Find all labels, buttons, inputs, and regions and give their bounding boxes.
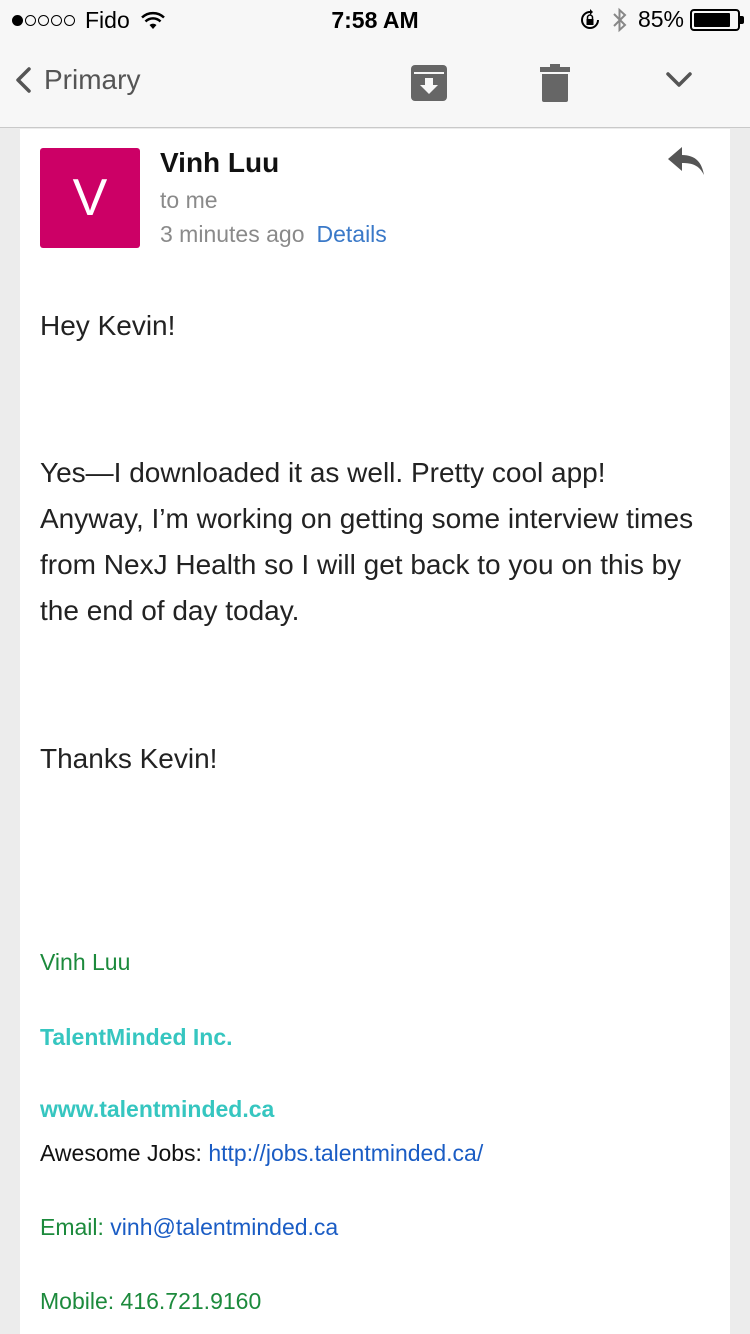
- email-closing: Thanks Kevin!: [40, 743, 218, 774]
- jobs-label: Awesome Jobs:: [40, 1140, 209, 1166]
- back-button[interactable]: Primary: [14, 64, 140, 96]
- signature-website-link[interactable]: www.talentminded.ca: [40, 1096, 274, 1123]
- status-right: 85%: [578, 6, 744, 33]
- signature-company: TalentMinded Inc.: [40, 1024, 233, 1050]
- rotation-lock-icon: [580, 8, 599, 29]
- email-card: V Vinh Luu to me 3 minutes ago Details H…: [20, 129, 730, 1334]
- trash-icon: [540, 64, 570, 102]
- signature-mobile[interactable]: Mobile: 416.721.9160: [40, 1288, 261, 1315]
- email-label: Email:: [40, 1214, 111, 1240]
- nav-bar: Primary: [0, 40, 750, 128]
- sender-name[interactable]: Vinh Luu: [160, 147, 279, 179]
- email-meta: 3 minutes ago Details: [160, 221, 387, 248]
- sender-avatar[interactable]: V: [40, 148, 140, 248]
- bluetooth-icon: [613, 7, 627, 32]
- more-button[interactable]: [664, 70, 694, 95]
- reply-button[interactable]: [666, 145, 706, 182]
- chevron-down-icon: [666, 72, 692, 87]
- email-paragraph: Yes—I downloaded it as well. Pretty cool…: [40, 457, 694, 626]
- signature-jobs: Awesome Jobs: http://jobs.talentminded.c…: [40, 1140, 483, 1167]
- archive-icon: [411, 65, 447, 101]
- trash-button[interactable]: [540, 64, 570, 107]
- timestamp: 3 minutes ago: [160, 221, 305, 247]
- battery-level: [694, 12, 730, 27]
- battery-percent: 85%: [637, 6, 684, 32]
- battery-icon: [690, 8, 744, 31]
- signature-name: Vinh Luu: [40, 949, 131, 975]
- email-link[interactable]: vinh@talentminded.ca: [110, 1214, 338, 1240]
- reply-icon: [668, 147, 704, 175]
- archive-button[interactable]: [410, 64, 448, 107]
- signature-email: Email: vinh@talentminded.ca: [40, 1214, 338, 1241]
- email-greeting: Hey Kevin!: [40, 310, 176, 341]
- chevron-left-icon: [16, 67, 31, 93]
- back-label: Primary: [44, 64, 141, 95]
- details-link[interactable]: Details: [316, 221, 386, 248]
- status-bar: Fido 7:58 AM 85%: [0, 0, 750, 40]
- jobs-link[interactable]: http://jobs.talentminded.ca/: [208, 1140, 483, 1166]
- recipient-label: to me: [160, 187, 218, 213]
